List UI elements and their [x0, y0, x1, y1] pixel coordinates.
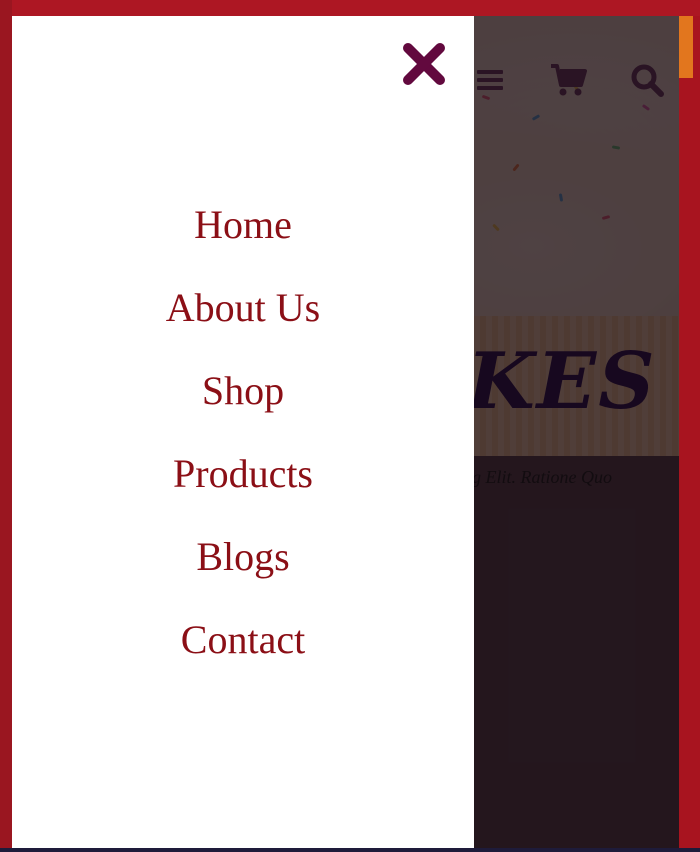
menu-button[interactable]: [470, 60, 510, 100]
search-icon: [631, 64, 664, 97]
bottom-border-strip: [0, 848, 700, 852]
nav-drawer: Home About Us Shop Products Blogs Contac…: [12, 16, 474, 848]
left-border-strip: [0, 0, 12, 852]
nav-item-blogs[interactable]: Blogs: [12, 533, 474, 616]
menu-icon: [477, 70, 503, 90]
search-button[interactable]: [626, 60, 668, 100]
cart-button[interactable]: [547, 60, 591, 100]
right-border-strip: [679, 16, 700, 852]
nav-item-home[interactable]: Home: [12, 201, 474, 284]
nav-item-about-us[interactable]: About Us: [12, 284, 474, 367]
nav-item-products[interactable]: Products: [12, 450, 474, 533]
nav-item-contact[interactable]: Contact: [12, 616, 474, 699]
hero-subtitle: ig Elit. Ratione Quo: [467, 467, 612, 487]
close-button[interactable]: [400, 40, 448, 88]
orange-tab: [679, 16, 693, 78]
close-icon: [403, 43, 445, 85]
cart-icon: [551, 64, 587, 96]
top-bar-strip: [0, 0, 700, 16]
nav-item-shop[interactable]: Shop: [12, 367, 474, 450]
drawer-nav: Home About Us Shop Products Blogs Contac…: [12, 201, 474, 699]
hero-title: KES: [467, 336, 657, 427]
